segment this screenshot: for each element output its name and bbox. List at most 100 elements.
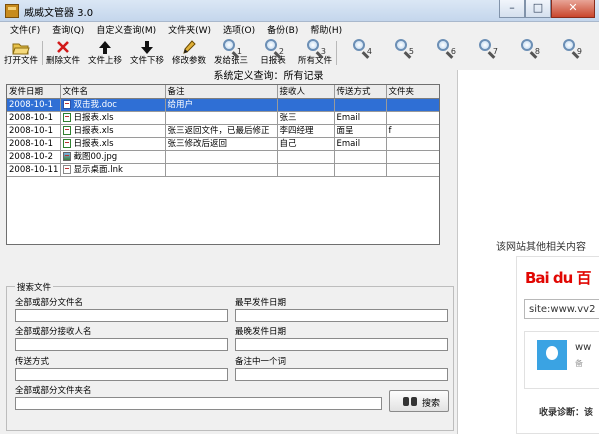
table-row[interactable]: 2008-10-1 日报表.xls 张三修改后返回 自己 Email	[7, 137, 439, 151]
cell-receiver	[277, 98, 335, 112]
search-button[interactable]: 搜索	[389, 390, 449, 412]
menu-backup[interactable]: 备份(B)	[261, 23, 304, 36]
toolbar-separator	[42, 41, 43, 65]
cell-receiver	[277, 150, 335, 164]
cell-method: Email	[334, 137, 387, 151]
method-input[interactable]	[15, 368, 228, 381]
date-to-input[interactable]	[235, 338, 448, 351]
xls-file-icon	[62, 126, 71, 135]
file-grid[interactable]: 发件日期 文件名 备注 接收人 传送方式 文件夹 2008-10-1 双击我.do…	[6, 84, 440, 245]
site-search-input[interactable]: site:www.vv2	[524, 299, 599, 319]
toolbar-button-4[interactable]: 文件下移	[128, 38, 166, 69]
magnifier-icon: 2	[264, 39, 284, 56]
query-number: 3	[320, 47, 326, 56]
diagnosis-text: 收录诊断：该	[539, 408, 594, 418]
toolbar-button-7[interactable]: 2 日报表	[254, 38, 292, 69]
file-table: 发件日期 文件名 备注 接收人 传送方式 文件夹 2008-10-1 双击我.do…	[7, 85, 439, 244]
menu-options[interactable]: 选项(O)	[217, 23, 261, 36]
toolbar-button-11[interactable]: 6	[426, 38, 464, 69]
toolbar-button-10[interactable]: 5	[384, 38, 422, 69]
col-note[interactable]: 备注	[165, 85, 278, 99]
window-title: 威威文管器 3.0	[24, 8, 94, 19]
cell-filename: 双击我.doc	[60, 98, 166, 112]
cell-note: 张三修改后返回	[165, 137, 278, 151]
col-filename[interactable]: 文件名	[60, 85, 166, 99]
toolbar: 打开文件 删除文件 文件上移 文件下移 修改参数 1 发给张三 2 日报表 3 所有文件 4 5 6 7 8 9	[0, 37, 599, 71]
method-label: 传送方式	[15, 357, 50, 367]
toolbar-button-6[interactable]: 1 发给张三	[212, 38, 250, 69]
empty-row	[7, 177, 439, 190]
date-from-input[interactable]	[235, 309, 448, 322]
folder-input[interactable]	[15, 397, 382, 410]
menu-bar: 文件(F) 查询(Q) 自定义查询(M) 文件夹(W) 选项(O) 备份(B) …	[0, 22, 599, 37]
date-from-label: 最早发件日期	[235, 298, 287, 308]
toolbar-button-3[interactable]: 文件上移	[86, 38, 124, 69]
cell-folder	[386, 111, 439, 125]
cell-receiver	[277, 163, 335, 177]
magnifier-icon: 1	[222, 39, 242, 56]
menu-file[interactable]: 文件(F)	[0, 23, 46, 36]
cell-date: 2008-10-1	[7, 111, 61, 125]
toolbar-button-12[interactable]: 7	[468, 38, 506, 69]
table-row[interactable]: 2008-10-1 日报表.xls 张三返回文件，已最后修正 李四经理 面呈 f	[7, 124, 439, 138]
close-button[interactable]: ✕	[551, 0, 595, 18]
cell-note	[165, 163, 278, 177]
toolbar-button-9[interactable]: 4	[342, 38, 380, 69]
note-input[interactable]	[235, 368, 448, 381]
cell-note	[165, 111, 278, 125]
cell-receiver: 自己	[277, 137, 335, 151]
magnifier-icon: 8	[520, 39, 540, 56]
cell-method	[334, 150, 387, 164]
toolbar-separator	[336, 41, 337, 65]
toolbar-button-1[interactable]: 打开文件	[2, 38, 40, 69]
toolbar-button-14[interactable]: 9	[552, 38, 590, 69]
menu-help[interactable]: 帮助(H)	[304, 23, 348, 36]
lnk-file-icon	[62, 165, 71, 174]
web-panel: 该网站其他相关内容 Bai du 百 site:www.vv2 ww 备 收录诊…	[457, 70, 599, 434]
table-row[interactable]: 2008-10-2 截图00.jpg	[7, 150, 439, 164]
cell-date: 2008-10-11	[7, 163, 61, 177]
col-receiver[interactable]: 接收人	[277, 85, 335, 99]
table-header-row: 发件日期 文件名 备注 接收人 传送方式 文件夹	[7, 85, 439, 99]
note-label: 备注中一个词	[235, 357, 287, 367]
menu-query[interactable]: 查询(Q)	[46, 23, 90, 36]
toolbar-button-8[interactable]: 3 所有文件	[296, 38, 334, 69]
query-number: 5	[408, 47, 414, 56]
magnifier-icon: 5	[394, 39, 414, 56]
toolbar-button-2[interactable]: 删除文件	[44, 38, 82, 69]
result-card[interactable]: ww 备	[524, 331, 599, 389]
minimize-button[interactable]: –	[499, 0, 525, 18]
toolbar-button-13[interactable]: 8	[510, 38, 548, 69]
cell-filename: 日报表.xls	[60, 124, 166, 138]
delete-x-icon	[54, 39, 72, 56]
empty-row	[7, 225, 439, 237]
cell-folder	[386, 163, 439, 177]
empty-row	[7, 201, 439, 213]
menu-custom-query[interactable]: 自定义查询(M)	[90, 23, 162, 36]
title-bar: 威威文管器 3.0 – □ ✕	[0, 0, 599, 22]
toolbar-button-5[interactable]: 修改参数	[170, 38, 208, 69]
baidu-logo: Bai du 百	[525, 269, 592, 287]
col-date[interactable]: 发件日期	[7, 85, 61, 99]
pencil-icon	[180, 39, 198, 56]
maximize-button[interactable]: □	[525, 0, 551, 18]
filename-input[interactable]	[15, 309, 228, 322]
menu-folder[interactable]: 文件夹(W)	[162, 23, 217, 36]
table-row[interactable]: 2008-10-1 双击我.doc 给用户	[7, 98, 439, 112]
table-row[interactable]: 2008-10-11 显示桌面.lnk	[7, 163, 439, 177]
cell-date: 2008-10-2	[7, 150, 61, 164]
query-number: 7	[492, 47, 498, 56]
search-panel: 搜索文件 全部或部分文件名 最早发件日期 全部或部分接收人名 最晚发件日期 传送…	[6, 281, 454, 431]
cell-folder	[386, 98, 439, 112]
col-folder[interactable]: 文件夹	[386, 85, 439, 99]
receiver-input[interactable]	[15, 338, 228, 351]
col-method[interactable]: 传送方式	[334, 85, 387, 99]
cell-filename: 显示桌面.lnk	[60, 163, 166, 177]
magnifier-icon: 3	[306, 39, 326, 56]
magnifier-icon: 6	[436, 39, 456, 56]
cell-note	[165, 150, 278, 164]
query-number: 4	[366, 47, 372, 56]
table-row[interactable]: 2008-10-1 日报表.xls 张三 Email	[7, 111, 439, 125]
search-legend: 搜索文件	[15, 281, 54, 293]
lightbulb-icon	[537, 340, 567, 370]
